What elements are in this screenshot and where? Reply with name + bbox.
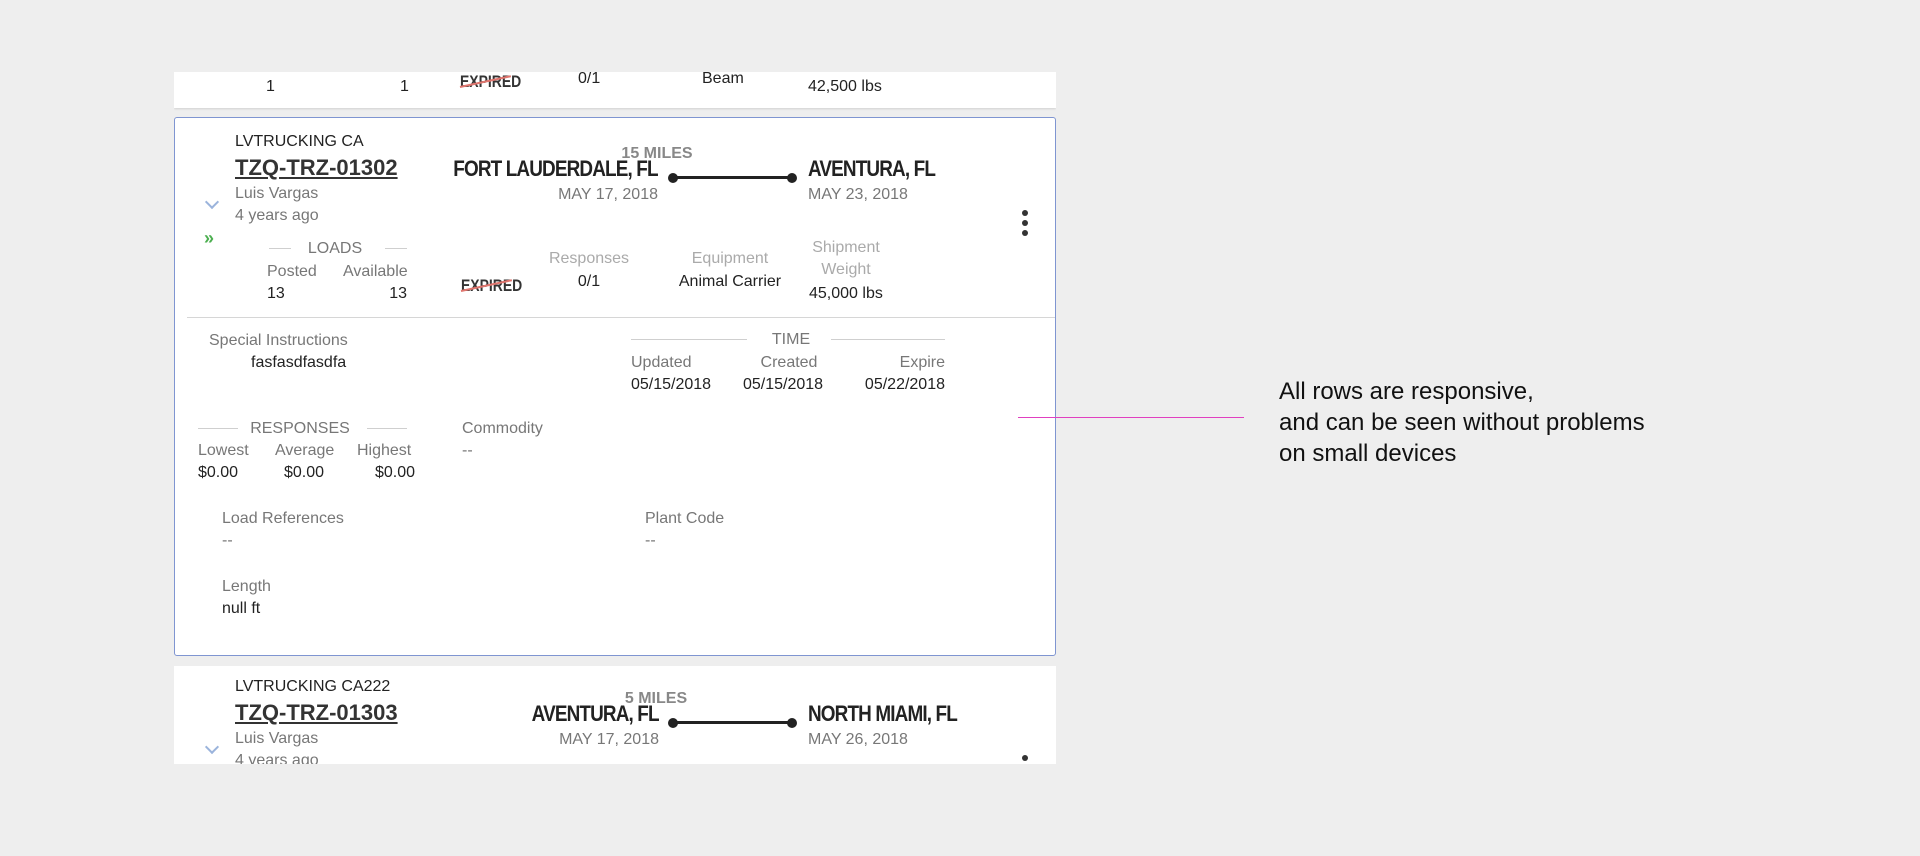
shipment-card-previous[interactable]: 1 1 EXPIRED 0/1 Beam 42,500 lbs [174,72,1056,108]
plant-code-value: -- [645,532,656,549]
annotation-connector [1018,417,1244,418]
equipment-value: Beam [702,72,744,87]
created-label: Created [760,354,818,371]
lowest-value: $0.00 [198,464,239,481]
highest-value: $0.00 [375,464,416,481]
responses-value: 0/1 [577,273,601,290]
shipment-card-expanded[interactable]: LVTRUCKING CA TZQ-TRZ-01302 Luis Vargas … [174,117,1056,656]
commodity-label: Commodity [462,420,543,437]
time-rule-right [831,339,945,340]
responses-rule-right [367,428,407,429]
updated-value: 05/15/2018 [631,376,712,393]
company-name: LVTRUCKING CA222 [235,678,391,695]
destination-date: MAY 26, 2018 [808,731,908,748]
equipment-value: Animal Carrier [678,273,782,290]
route-distance: 5 MILES [624,690,688,707]
responses-value: 0/1 [578,72,601,87]
loads-posted-value: 1 [266,78,275,95]
route-line [673,721,793,724]
highest-label: Highest [357,442,412,459]
chevron-down-icon[interactable] [204,739,220,755]
loads-available-value: 13 [389,285,407,302]
time-heading: TIME [771,331,811,348]
loads-posted-value: 13 [267,285,285,302]
destination-dot [787,173,797,183]
load-references-label: Load References [222,510,344,527]
length-label: Length [222,578,271,595]
details-divider [187,317,1055,318]
status-badge: EXPIRED [461,276,522,296]
company-name: LVTRUCKING CA [235,133,364,150]
weight-label-line1: Shipment [812,239,880,256]
lowest-label: Lowest [198,442,249,459]
average-value: $0.00 [284,464,325,481]
special-instructions-label: Special Instructions [209,332,348,349]
weight-label-line2: Weight [821,261,871,278]
route-line [673,176,793,179]
load-references-value: -- [222,532,233,549]
available-label: Available [343,263,408,280]
destination-dot [787,718,797,728]
special-instructions-value: fasfasdfasdfa [251,354,347,371]
responses-rule-left [198,428,238,429]
origin-date: MAY 17, 2018 [558,186,658,203]
annotation-line-3: on small devices [1279,440,1457,467]
double-chevron-right-icon[interactable]: » [204,228,214,249]
expire-label: Expire [899,354,945,371]
time-rule-left [631,339,747,340]
route-distance: 15 MILES [621,145,693,162]
commodity-value: -- [462,442,473,459]
posted-time: 4 years ago [235,207,319,224]
weight-value: 42,500 lbs [808,78,882,95]
equipment-label: Equipment [691,250,769,267]
destination-city: AVENTURA, FL [808,156,936,181]
loads-rule-right [385,248,407,249]
annotation-note: All rows are responsive, and can be seen… [1279,376,1645,469]
responses-label: Responses [548,250,630,267]
chevron-down-icon[interactable] [204,194,220,210]
more-options-icon[interactable] [1022,755,1028,764]
more-options-icon[interactable] [1022,210,1028,240]
shipment-list: 1 1 EXPIRED 0/1 Beam 42,500 lbs LVTRUCKI… [174,72,1056,764]
poster-name: Luis Vargas [235,185,319,202]
destination-date: MAY 23, 2018 [808,186,908,203]
average-label: Average [275,442,335,459]
shipment-id-link[interactable]: TZQ-TRZ-01303 [235,700,398,726]
weight-value: 45,000 lbs [809,285,883,302]
plant-code-label: Plant Code [645,510,725,527]
shipment-id-link[interactable]: TZQ-TRZ-01302 [235,155,398,181]
length-value: null ft [222,600,261,617]
status-badge: EXPIRED [460,72,521,92]
posted-time: 4 years ago [235,752,319,764]
origin-date: MAY 17, 2018 [559,731,659,748]
loads-heading: LOADS [307,240,363,257]
loads-available-value: 1 [400,78,409,95]
annotation-line-1: All rows are responsive, [1279,378,1534,405]
responses-heading: RESPONSES [250,420,350,437]
shipment-card-next[interactable]: LVTRUCKING CA222 TZQ-TRZ-01303 Luis Varg… [174,666,1056,764]
posted-label: Posted [267,263,317,280]
expire-value: 05/22/2018 [864,376,945,393]
poster-name: Luis Vargas [235,730,319,747]
loads-rule-left [269,248,291,249]
annotation-line-2: and can be seen without problems [1279,409,1645,436]
created-value: 05/15/2018 [743,376,824,393]
updated-label: Updated [631,354,692,371]
destination-city: NORTH MIAMI, FL [808,701,958,726]
